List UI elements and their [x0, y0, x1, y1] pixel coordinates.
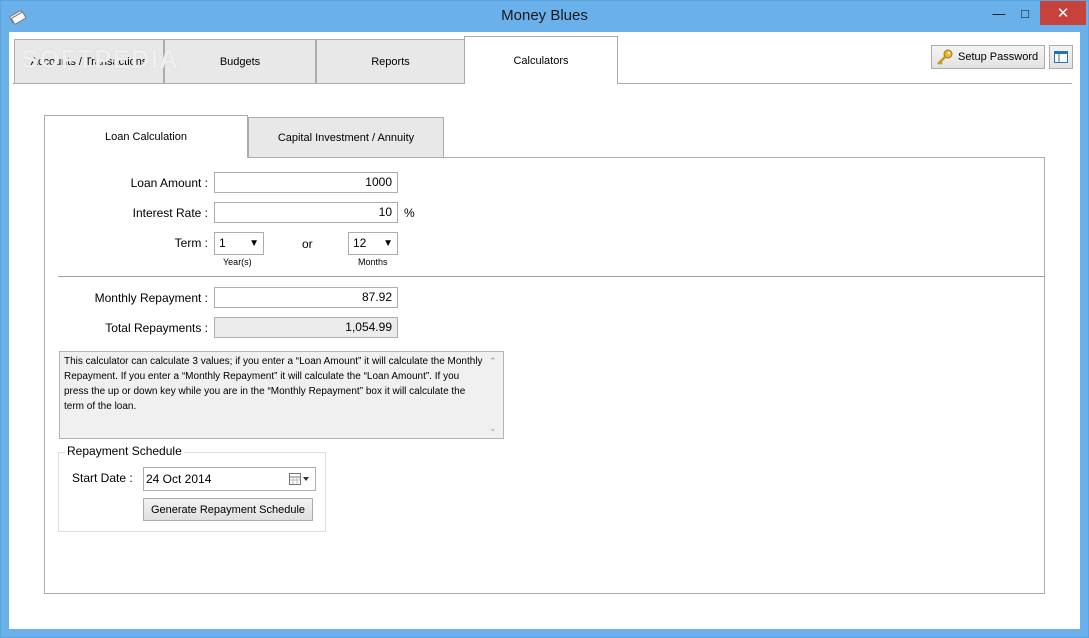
minimize-button[interactable]: —	[986, 1, 1012, 25]
subtab-label: Loan Calculation	[105, 131, 187, 143]
setup-password-button[interactable]: Setup Password	[931, 45, 1045, 69]
tab-accounts-transactions[interactable]: Accounts / Transactions	[14, 39, 164, 83]
chevron-up-icon[interactable]: ⌃	[489, 354, 497, 369]
term-label: Term :	[174, 236, 208, 250]
total-repayments-label: Total Repayments :	[105, 321, 208, 335]
loan-amount-input[interactable]: 1000	[214, 172, 398, 193]
monthly-repayment-label: Monthly Repayment :	[94, 291, 208, 305]
window-layout-icon	[1054, 51, 1068, 63]
tab-budgets[interactable]: Budgets	[164, 39, 316, 83]
start-date-picker[interactable]: 24 Oct 2014	[143, 467, 316, 491]
tab-label: Calculators	[513, 54, 569, 67]
loan-amount-label: Loan Amount :	[130, 176, 208, 190]
subtab-loan-calculation[interactable]: Loan Calculation	[44, 115, 248, 158]
generate-repayment-schedule-button[interactable]: Generate Repayment Schedule	[143, 498, 313, 521]
months-caption: Months	[358, 257, 388, 267]
subtab-label: Capital Investment / Annuity	[277, 131, 415, 144]
term-years-value: 1	[219, 236, 226, 250]
term-years-select[interactable]: 1 ▼	[214, 232, 264, 255]
total-repayments-field: 1,054.99	[214, 317, 398, 338]
percent-sign: %	[404, 206, 415, 220]
main-tab-bar: Accounts / Transactions Budgets Reports …	[9, 32, 1080, 84]
divider	[58, 276, 1044, 277]
setup-password-label: Setup Password	[958, 51, 1039, 63]
tab-label: Budgets	[219, 55, 261, 68]
help-note-text: This calculator can calculate 3 values; …	[64, 356, 483, 412]
tab-calculators[interactable]: Calculators	[464, 36, 618, 84]
chevron-down-icon[interactable]: ⌄	[489, 421, 497, 436]
note-scrollbar[interactable]: ⌃ ⌄	[489, 354, 501, 436]
term-months-value: 12	[353, 236, 367, 250]
key-icon	[937, 49, 953, 65]
years-caption: Year(s)	[223, 257, 252, 267]
maximize-button[interactable]: □	[1012, 1, 1038, 25]
layout-button[interactable]	[1049, 45, 1073, 69]
monthly-repayment-input[interactable]: 87.92	[214, 287, 398, 308]
chevron-down-icon: ▼	[383, 238, 393, 249]
calendar-dropdown-icon[interactable]	[289, 473, 311, 485]
interest-rate-input[interactable]: 10	[214, 202, 398, 223]
title-bar[interactable]: Money Blues — □ ✕	[1, 1, 1088, 32]
tab-label: Reports	[371, 55, 410, 68]
start-date-label: Start Date :	[72, 471, 133, 485]
window-title: Money Blues	[501, 7, 588, 24]
help-note: This calculator can calculate 3 values; …	[59, 351, 504, 439]
close-button[interactable]: ✕	[1040, 1, 1086, 25]
or-label: or	[302, 237, 313, 251]
term-months-select[interactable]: 12 ▼	[348, 232, 398, 255]
tab-reports[interactable]: Reports	[316, 39, 465, 83]
subtab-capital-investment[interactable]: Capital Investment / Annuity	[248, 117, 444, 157]
group-title: Repayment Schedule	[65, 444, 184, 458]
chevron-down-icon: ▼	[249, 238, 259, 249]
app-window: Money Blues — □ ✕ Accounts / Transaction…	[0, 0, 1089, 638]
start-date-value: 24 Oct 2014	[146, 472, 212, 486]
interest-rate-label: Interest Rate :	[132, 206, 208, 220]
client-area: Accounts / Transactions Budgets Reports …	[9, 32, 1080, 629]
tab-label: Accounts / Transactions	[30, 55, 148, 68]
